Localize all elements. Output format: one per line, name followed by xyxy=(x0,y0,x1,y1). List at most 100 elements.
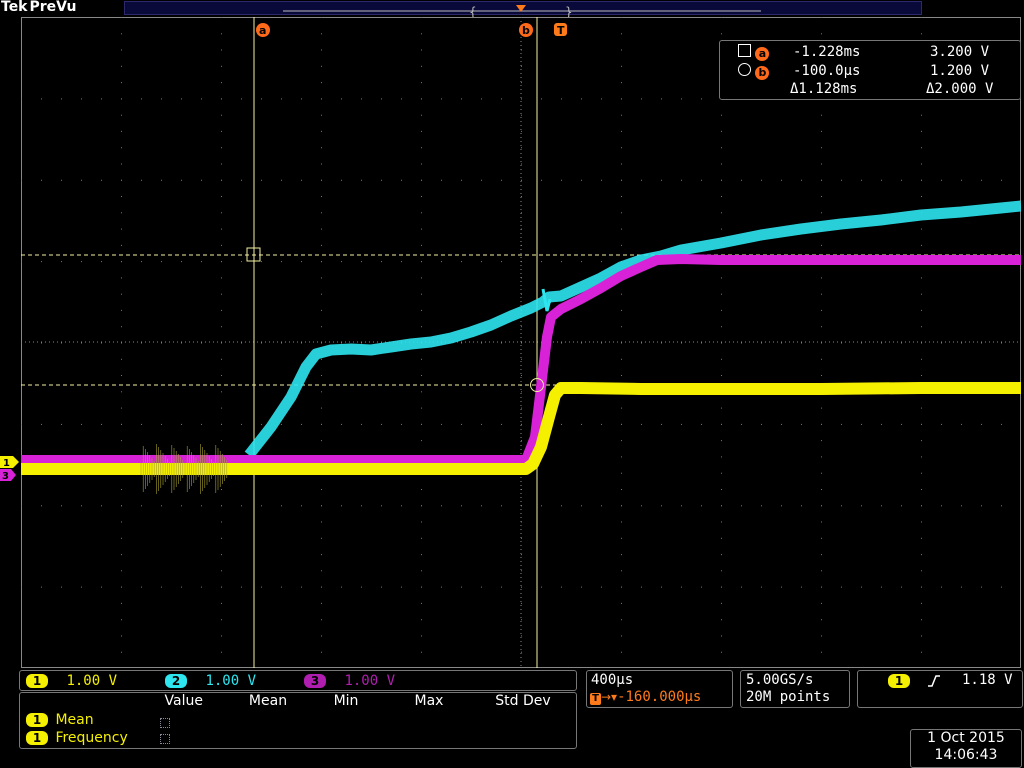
cursor-b-row: b xyxy=(738,63,770,80)
grid-dot xyxy=(481,98,482,100)
grid-dot xyxy=(281,342,282,344)
view-bracket-left: { xyxy=(469,5,477,17)
ch2-scale[interactable]: 2 1.00 V xyxy=(165,673,256,689)
grid-dot xyxy=(621,423,622,425)
grid-dot xyxy=(241,179,242,181)
grid-dot xyxy=(921,619,922,621)
grid-dot xyxy=(281,505,282,507)
trigger-tag[interactable]: T xyxy=(554,23,567,37)
ch1-scale[interactable]: 1 1.00 V xyxy=(26,673,117,689)
measurement-row[interactable]: 1 Frequency xyxy=(26,730,128,746)
grid-dot xyxy=(421,82,422,84)
ch2-badge: 2 xyxy=(165,674,187,688)
grid-dot xyxy=(421,65,422,67)
grid-dot xyxy=(781,179,782,181)
cursor-a-tag[interactable]: a xyxy=(256,23,270,37)
grid-dot xyxy=(521,326,522,328)
grid-dot xyxy=(921,489,922,490)
grid-dot xyxy=(481,505,482,507)
grid-dot xyxy=(121,554,122,556)
cursor-delta-volt: Δ2.000 V xyxy=(926,81,994,97)
grid-dot xyxy=(101,179,102,181)
ground-markers[interactable]: 1 3 xyxy=(0,455,20,483)
grid-dot xyxy=(121,98,122,100)
grid-dot xyxy=(801,342,802,344)
trigger-box[interactable]: 1 1.18 V xyxy=(857,670,1023,708)
measurement-row[interactable]: 1 Mean xyxy=(26,712,94,728)
grid-dot xyxy=(821,244,822,246)
grid-dot xyxy=(261,179,262,181)
grid-dot xyxy=(361,586,362,588)
grid-dot xyxy=(161,505,162,507)
grid-dot xyxy=(321,33,322,35)
grid-dot xyxy=(921,277,922,279)
grid-dot xyxy=(461,179,462,181)
cursor-a-tag-label: a xyxy=(259,24,266,37)
grid-dot xyxy=(721,228,722,230)
grid-dot xyxy=(681,586,682,588)
acquisition-box[interactable]: 5.00GS/s 20M points xyxy=(740,670,850,708)
grid-dot xyxy=(921,244,922,246)
grid-dot xyxy=(81,342,82,344)
grid-dot xyxy=(121,228,122,230)
grid-dot xyxy=(621,228,622,230)
grid-dot xyxy=(921,33,922,35)
grid-dot xyxy=(121,309,122,311)
cursor-readout[interactable]: a -1.228ms 3.200 V b -100.0µs 1.200 V Δ1… xyxy=(719,40,1021,100)
grid-dot xyxy=(661,586,662,588)
grid-dot xyxy=(721,179,722,181)
grid-dot xyxy=(441,179,442,181)
grid-dot xyxy=(621,49,622,51)
grid-dot xyxy=(181,261,182,263)
grid-dot xyxy=(641,505,642,507)
grid-dot xyxy=(421,521,422,523)
grid-dot xyxy=(81,586,82,588)
grid-dot xyxy=(821,326,822,328)
grid-dot xyxy=(921,554,922,556)
grid-dot xyxy=(321,489,322,490)
ch3-scale[interactable]: 3 1.00 V xyxy=(304,673,395,689)
cursor-b-tag[interactable]: b xyxy=(519,23,533,37)
measurements-table[interactable]: Value Mean Min Max Std Dev 1 Mean 1 Freq… xyxy=(19,692,577,749)
grid-dot xyxy=(421,358,422,360)
channel-2-waveform xyxy=(244,200,1022,459)
grid-dot xyxy=(821,505,822,507)
grid-dot xyxy=(221,586,222,588)
grid-dot xyxy=(421,505,422,507)
grid-dot xyxy=(621,472,622,474)
grid-dot xyxy=(821,358,822,360)
grid-dot xyxy=(721,407,722,409)
grid-dot xyxy=(621,586,622,588)
grid-dot xyxy=(421,440,422,442)
grid-dot xyxy=(701,179,702,181)
grid-dot xyxy=(621,537,622,539)
grid-dot xyxy=(821,472,822,474)
grid-dot xyxy=(581,98,582,100)
grid-dot xyxy=(901,505,902,507)
grid-dot xyxy=(221,17,222,18)
grid-dot xyxy=(321,163,322,165)
waveform-display: a b T xyxy=(21,17,1022,669)
grid-dot xyxy=(21,98,22,100)
grid-dot xyxy=(861,179,862,181)
grid-dot xyxy=(721,326,722,328)
grid-dot xyxy=(321,440,322,442)
record-view-bar[interactable]: { } xyxy=(124,1,922,19)
grid-dot xyxy=(361,342,362,344)
grid-dot xyxy=(621,130,622,132)
grid-dot xyxy=(181,342,182,344)
grid-dot xyxy=(721,602,722,604)
grid-dot xyxy=(221,342,222,344)
grid-dot xyxy=(761,586,762,588)
trigger-position-icon-small: T xyxy=(590,693,601,705)
grid-dot xyxy=(421,212,422,214)
grid-dot xyxy=(221,651,222,653)
grid-dot xyxy=(641,423,642,425)
meas1-name: Mean xyxy=(55,712,94,728)
grid-dot xyxy=(621,326,622,328)
grid-dot xyxy=(601,586,602,588)
timebase-box[interactable]: 400µs T →▾-160.000µs xyxy=(586,670,733,708)
graticule[interactable]: a b T xyxy=(21,17,1022,669)
grid-dot xyxy=(821,293,822,295)
grid-dot xyxy=(221,309,222,311)
